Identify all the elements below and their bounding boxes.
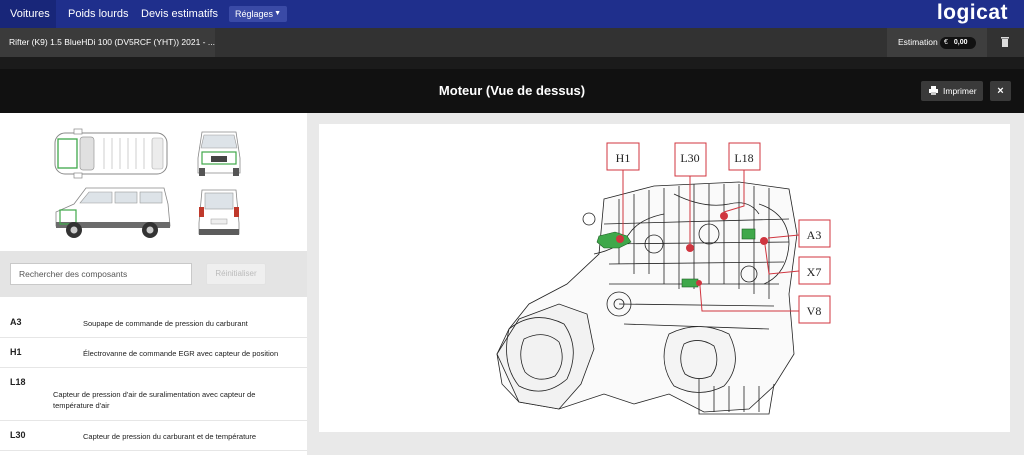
component-description: Capteur de pression d'air de suralimenta… [53,390,256,410]
component-code: A3 [10,317,22,327]
component-description: Capteur de pression du carburant et de t… [83,432,257,441]
printer-icon [929,86,938,95]
callout-v8[interactable]: V8 [807,304,822,318]
component-code: L18 [10,377,26,387]
l18-marker [720,212,728,220]
settings-dropdown[interactable]: Réglages ▼ [229,6,287,22]
a3-highlight [741,228,756,240]
nav-devis-estimatifs[interactable]: Devis estimatifs [131,0,228,28]
logo: logicat [936,1,1008,24]
separator [0,57,1024,69]
search-input[interactable] [10,263,192,285]
vehicle-title[interactable]: Rifter (K9) 1.5 BlueHDi 100 (DV5RCF (YHT… [0,28,215,57]
print-label: Imprimer [943,86,977,96]
list-item[interactable]: L30 Capteur de pression du carburant et … [0,421,307,451]
vehicle-side-view[interactable] [52,184,174,242]
chevron-down-icon: ▼ [274,10,281,17]
left-panel: Réinitialiser A3 Soupape de commande de … [0,113,307,455]
engine-diagram[interactable]: H1 L30 L18 A3 X7 V8 [319,124,1010,432]
component-code: L30 [10,430,26,440]
currency-symbol: € [944,39,948,46]
l30-marker [686,244,694,252]
v8-highlight [681,278,699,288]
vehicle-front-view[interactable] [196,128,242,178]
close-button[interactable]: × [990,81,1011,101]
reset-button[interactable]: Réinitialiser [206,263,266,285]
top-nav: Voitures Poids lourds Devis estimatifs R… [0,0,1024,28]
callout-h1[interactable]: H1 [616,151,631,165]
callout-x7[interactable]: X7 [807,265,822,279]
page-header: Moteur (Vue de dessus) Imprimer × [0,69,1024,113]
page-title: Moteur (Vue de dessus) [438,83,586,98]
v8-marker [696,280,702,286]
list-item[interactable]: H1 Électrovanne de commande EGR avec cap… [0,338,307,368]
vehicle-bar: Rifter (K9) 1.5 BlueHDi 100 (DV5RCF (YHT… [0,28,1024,57]
component-list: A3 Soupape de commande de pression du ca… [0,308,307,451]
estimation-label: Estimation [898,37,938,47]
component-description: Électrovanne de commande EGR avec capteu… [83,349,279,358]
list-item[interactable]: A3 Soupape de commande de pression du ca… [0,308,307,338]
estimation-value: 0,00 [953,39,968,46]
callout-l18[interactable]: L18 [734,151,753,165]
background-strip [307,432,1024,455]
h1-marker [616,235,624,243]
search-bar: Réinitialiser [0,251,307,297]
vehicle-rear-view[interactable] [196,187,242,239]
settings-label: Réglages [235,9,274,19]
trash-icon[interactable] [1001,37,1009,47]
component-code: H1 [10,347,22,357]
callout-l30[interactable]: L30 [680,151,699,165]
vehicle-top-view[interactable] [52,126,170,181]
callout-a3[interactable]: A3 [807,228,822,242]
nav-voitures[interactable]: Voitures [0,0,56,28]
list-item[interactable]: L18 Capteur de pression d'air de suralim… [0,368,307,421]
vehicle-views [0,113,307,251]
engine-drawing [496,181,798,415]
component-description: Soupape de commande de pression du carbu… [83,319,248,328]
estimation-box[interactable]: Estimation €0,00 [887,28,987,57]
a3-marker [760,237,768,245]
nav-poids-lourds[interactable]: Poids lourds [58,0,139,28]
estimation-value-badge: €0,00 [940,37,976,49]
diagram-panel: H1 L30 L18 A3 X7 V8 [319,124,1010,432]
print-button[interactable]: Imprimer [921,81,983,101]
